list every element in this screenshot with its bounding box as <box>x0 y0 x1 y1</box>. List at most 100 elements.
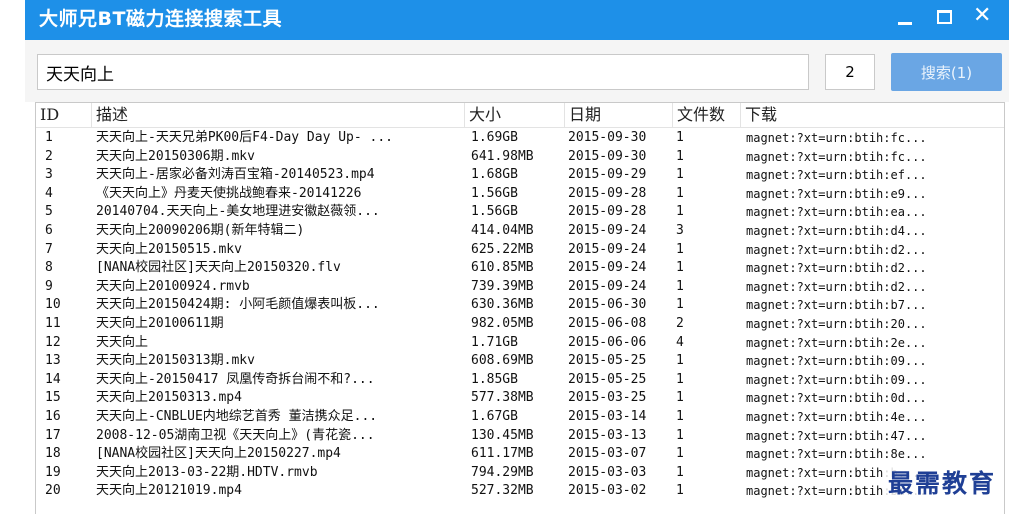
table-row[interactable]: 16 天天向上-CNBLUE内地综艺首秀 董洁携众足... 1.67GB 2015-0… <box>36 408 1004 427</box>
column-header-id[interactable]: ID <box>36 103 92 127</box>
column-header-download[interactable]: 下载 <box>741 103 1004 127</box>
table-row[interactable]: 12 天天向上 1.71GB 2015-06-06 4 magnet:?xt=urn:bt… <box>36 334 1004 353</box>
cell-file-count: 1 <box>676 446 684 462</box>
page-number-input[interactable] <box>825 54 875 90</box>
cell-magnet-link: magnet:?xt=urn:btih:e9... <box>746 186 927 201</box>
cell-size: 1.71GB <box>471 334 518 350</box>
cell-date: 2015-09-24 <box>568 260 647 276</box>
cell-date: 2015-03-07 <box>568 446 647 462</box>
cell-description: 天天向上20150313.mp4 <box>96 390 242 406</box>
cell-magnet-link: magnet:?xt=urn:btih:8e... <box>746 447 927 462</box>
app-window: 大师兄BT磁力连接搜索工具 ✕ 搜索(1) ID 描述 大小 日期 文件数 下载… <box>0 0 1009 514</box>
column-header-file-count[interactable]: 文件数 <box>673 103 741 127</box>
cell-id: 8 <box>45 260 53 276</box>
cell-magnet-link: magnet:?xt=urn:btih:0d... <box>746 391 927 406</box>
cell-size: 1.85GB <box>471 371 518 387</box>
table-row[interactable]: 2 天天向上20150306期.mkv 641.98MB 2015-09-30 1 mag… <box>36 148 1004 167</box>
cell-file-count: 1 <box>676 408 684 424</box>
table-row[interactable]: 18 [NANA校园社区]天天向上20150227.mp4 611.17MB 2015… <box>36 445 1004 464</box>
cell-description: 2008-12-05湖南卫视《天天向上》(青花瓷... <box>96 427 375 443</box>
table-row[interactable]: 19 天天向上2013-03-22期.HDTV.rmvb 794.29MB 2015-… <box>36 464 1004 483</box>
table-row[interactable]: 10 天天向上20150424期: 小阿毛颜值爆表叫板... 630.36MB 201… <box>36 296 1004 315</box>
table-row[interactable]: 11 天天向上20100611期 982.05MB 2015-06-08 2 magnet… <box>36 315 1004 334</box>
maximize-button[interactable] <box>931 6 959 30</box>
cell-id: 12 <box>45 334 61 350</box>
cell-description: 20140704.天天向上-美女地理进安徽赵薇领... <box>96 204 380 220</box>
cell-id: 11 <box>45 315 61 331</box>
cell-size: 1.56GB <box>471 204 518 220</box>
cell-description: 天天向上20100924.rmvb <box>96 278 250 294</box>
title-bar[interactable]: 大师兄BT磁力连接搜索工具 ✕ <box>25 0 1009 40</box>
cell-date: 2015-09-28 <box>568 185 647 201</box>
column-header-size[interactable]: 大小 <box>465 103 565 127</box>
cell-id: 14 <box>45 371 61 387</box>
cell-id: 6 <box>45 222 53 238</box>
cell-id: 2 <box>45 148 53 164</box>
table-row[interactable]: 3 天天向上-居家必备刘涛百宝箱-20140523.mp4 1.68GB 2015-0… <box>36 166 1004 185</box>
cell-magnet-link: magnet:?xt=urn:btih:d4... <box>746 223 927 238</box>
cell-id: 9 <box>45 278 53 294</box>
cell-date: 2015-05-25 <box>568 353 647 369</box>
cell-description: 天天向上20090206期(新年特辑二) <box>96 222 305 238</box>
table-row[interactable]: 4 《天天向上》丹麦天使挑战鲍春来-20141226 1.56GB 2015-09-2… <box>36 185 1004 204</box>
table-body: 1 天天向上-天天兄弟PK00后F4-Day Day Up- ... 1.69GB 2… <box>36 129 1004 501</box>
cell-size: 630.36MB <box>471 297 534 313</box>
cell-size: 794.29MB <box>471 464 534 480</box>
cell-date: 2015-03-13 <box>568 427 647 443</box>
cell-id: 16 <box>45 408 61 424</box>
cell-size: 1.69GB <box>471 130 518 145</box>
cell-file-count: 1 <box>676 353 684 369</box>
cell-file-count: 1 <box>676 390 684 406</box>
cell-date: 2015-03-25 <box>568 390 647 406</box>
cell-description: 天天向上20150424期: 小阿毛颜值爆表叫板... <box>96 297 380 313</box>
table-row[interactable]: 13 天天向上20150313期.mkv 608.69MB 2015-05-25 1 ma… <box>36 352 1004 371</box>
cell-description: 《天天向上》丹麦天使挑战鲍春来-20141226 <box>96 185 362 201</box>
cell-description: 天天向上20100611期 <box>96 315 224 331</box>
cell-size: 610.85MB <box>471 260 534 276</box>
window-title: 大师兄BT磁力连接搜索工具 <box>39 8 282 30</box>
cell-file-count: 1 <box>676 148 684 164</box>
cell-date: 2015-06-08 <box>568 315 647 331</box>
cell-magnet-link: magnet:?xt=urn:btih:d2... <box>746 261 927 276</box>
cell-size: 641.98MB <box>471 148 534 164</box>
cell-description: 天天向上 <box>96 334 149 350</box>
cell-size: 625.22MB <box>471 241 534 257</box>
table-row[interactable]: 8 [NANA校园社区]天天向上20150320.flv 610.85MB 2015-… <box>36 259 1004 278</box>
close-icon: ✕ <box>973 3 992 28</box>
cell-size: 414.04MB <box>471 222 534 238</box>
search-button[interactable]: 搜索(1) <box>891 53 1002 91</box>
table-row[interactable]: 6 天天向上20090206期(新年特辑二) 414.04MB 2015-09-24 3… <box>36 222 1004 241</box>
table-row[interactable]: 5 20140704.天天向上-美女地理进安徽赵薇领... 1.56GB 2015-0… <box>36 203 1004 222</box>
cell-id: 7 <box>45 241 53 257</box>
cell-file-count: 1 <box>676 204 684 220</box>
table-header: ID 描述 大小 日期 文件数 下载 <box>36 103 1004 128</box>
close-button[interactable]: ✕ <box>971 3 999 30</box>
cell-description: 天天向上-20150417 凤凰传奇拆台闹不和?... <box>96 371 375 387</box>
table-row[interactable]: 9 天天向上20100924.rmvb 739.39MB 2015-09-24 1 mag… <box>36 278 1004 297</box>
minimize-button[interactable] <box>893 6 921 30</box>
search-toolbar: 搜索(1) <box>25 40 1009 102</box>
cell-id: 10 <box>45 297 61 313</box>
table-row[interactable]: 15 天天向上20150313.mp4 577.38MB 2015-03-25 1 mag… <box>36 389 1004 408</box>
table-row[interactable]: 7 天天向上20150515.mkv 625.22MB 2015-09-24 1 magn… <box>36 241 1004 260</box>
cell-size: 739.39MB <box>471 278 534 294</box>
cell-date: 2015-03-02 <box>568 483 647 499</box>
cell-description: 天天向上20121019.mp4 <box>96 483 242 499</box>
cell-id: 18 <box>45 446 61 462</box>
cell-description: 天天向上20150515.mkv <box>96 241 242 257</box>
table-row[interactable]: 20 天天向上20121019.mp4 527.32MB 2015-03-02 1 mag… <box>36 482 1004 501</box>
cell-date: 2015-05-25 <box>568 371 647 387</box>
table-row[interactable]: 14 天天向上-20150417 凤凰传奇拆台闹不和?... 1.85GB 2015-… <box>36 371 1004 390</box>
cell-file-count: 4 <box>676 334 684 350</box>
cell-date: 2015-06-30 <box>568 297 647 313</box>
column-header-description[interactable]: 描述 <box>92 103 465 127</box>
search-input[interactable] <box>37 54 809 90</box>
table-row[interactable]: 17 2008-12-05湖南卫视《天天向上》(青花瓷... 130.45MB 201… <box>36 427 1004 446</box>
column-header-date[interactable]: 日期 <box>565 103 673 127</box>
table-row[interactable]: 1 天天向上-天天兄弟PK00后F4-Day Day Up- ... 1.69GB 2… <box>36 129 1004 148</box>
cell-size: 577.38MB <box>471 390 534 406</box>
cell-file-count: 1 <box>676 260 684 276</box>
cell-magnet-link: magnet:?xt=urn:btih:2e... <box>746 335 927 350</box>
cell-date: 2015-09-24 <box>568 241 647 257</box>
cell-size: 982.05MB <box>471 315 534 331</box>
